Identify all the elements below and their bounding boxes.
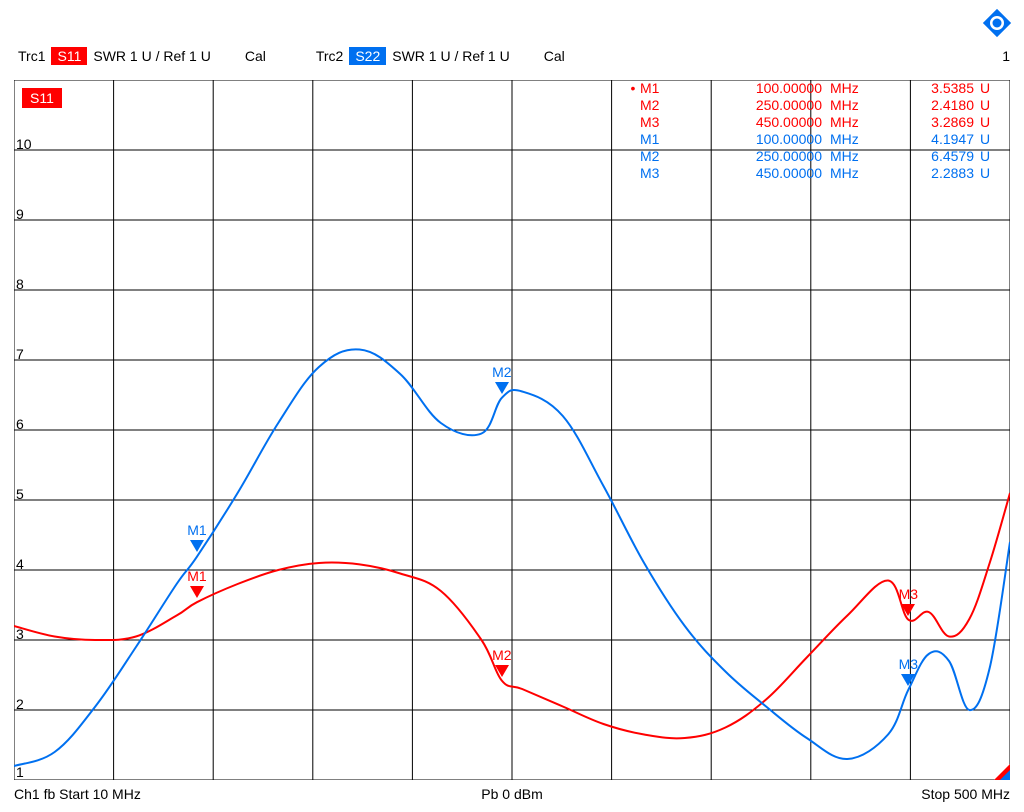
- marker-readout-row: M3450.00000MHz2.2883U: [626, 165, 1010, 182]
- start-frequency: Ch1 fb Start 10 MHz: [14, 786, 141, 802]
- y-tick-label: 7: [16, 346, 46, 362]
- trace-header: Trc1 S11 SWR 1 U / Ref 1 U Cal Trc2 S22 …: [0, 44, 1024, 68]
- marker-readout-row: M1100.00000MHz4.1947U: [626, 131, 1010, 148]
- trc2-desc: SWR 1 U / Ref 1 U: [392, 48, 509, 64]
- marker-triangle-icon[interactable]: [901, 604, 915, 616]
- s22-chip[interactable]: S22: [349, 47, 386, 65]
- y-tick-label: 4: [16, 556, 46, 572]
- marker-label: M3: [899, 656, 918, 672]
- y-tick-label: 3: [16, 626, 46, 642]
- trc2-cal: Cal: [544, 48, 565, 64]
- marker-triangle-icon[interactable]: [190, 586, 204, 598]
- y-tick-label: 10: [16, 136, 46, 152]
- marker-readout-row: M2250.00000MHz2.4180U: [626, 97, 1010, 114]
- trc1-desc: SWR 1 U / Ref 1 U: [93, 48, 210, 64]
- power-level: Pb 0 dBm: [481, 786, 542, 802]
- marker-triangle-icon[interactable]: [190, 540, 204, 552]
- marker-label: M3: [899, 586, 918, 602]
- y-tick-label: 6: [16, 416, 46, 432]
- marker-triangle-icon[interactable]: [901, 674, 915, 686]
- marker-label: M2: [492, 647, 511, 663]
- corner-indicator-blue: [1000, 770, 1010, 780]
- active-trace-badge: S11: [22, 88, 62, 108]
- y-tick-label: 1: [16, 764, 46, 780]
- channel-number: 1: [1002, 48, 1010, 64]
- y-tick-label: 9: [16, 206, 46, 222]
- marker-triangle-icon[interactable]: [495, 382, 509, 394]
- marker-readout-row: M2250.00000MHz6.4579U: [626, 148, 1010, 165]
- trc2-label: Trc2: [316, 48, 343, 64]
- marker-label: M1: [187, 522, 206, 538]
- marker-readout-row: •M1100.00000MHz3.5385U: [626, 80, 1010, 97]
- swr-plot[interactable]: S11 •M1100.00000MHz3.5385UM2250.00000MHz…: [14, 80, 1010, 780]
- trc1-cal: Cal: [245, 48, 266, 64]
- s11-chip[interactable]: S11: [51, 47, 87, 65]
- marker-readout-table: •M1100.00000MHz3.5385UM2250.00000MHz2.41…: [626, 80, 1010, 182]
- y-tick-label: 5: [16, 486, 46, 502]
- trc1-label: Trc1: [18, 48, 45, 64]
- brand-logo: [980, 6, 1014, 43]
- marker-readout-row: M3450.00000MHz3.2869U: [626, 114, 1010, 131]
- marker-label: M2: [492, 364, 511, 380]
- marker-triangle-icon[interactable]: [495, 665, 509, 677]
- y-tick-label: 8: [16, 276, 46, 292]
- stop-frequency: Stop 500 MHz: [921, 786, 1010, 802]
- marker-label: M1: [187, 568, 206, 584]
- footer-bar: Ch1 fb Start 10 MHz Pb 0 dBm Stop 500 MH…: [14, 784, 1010, 804]
- y-tick-label: 2: [16, 696, 46, 712]
